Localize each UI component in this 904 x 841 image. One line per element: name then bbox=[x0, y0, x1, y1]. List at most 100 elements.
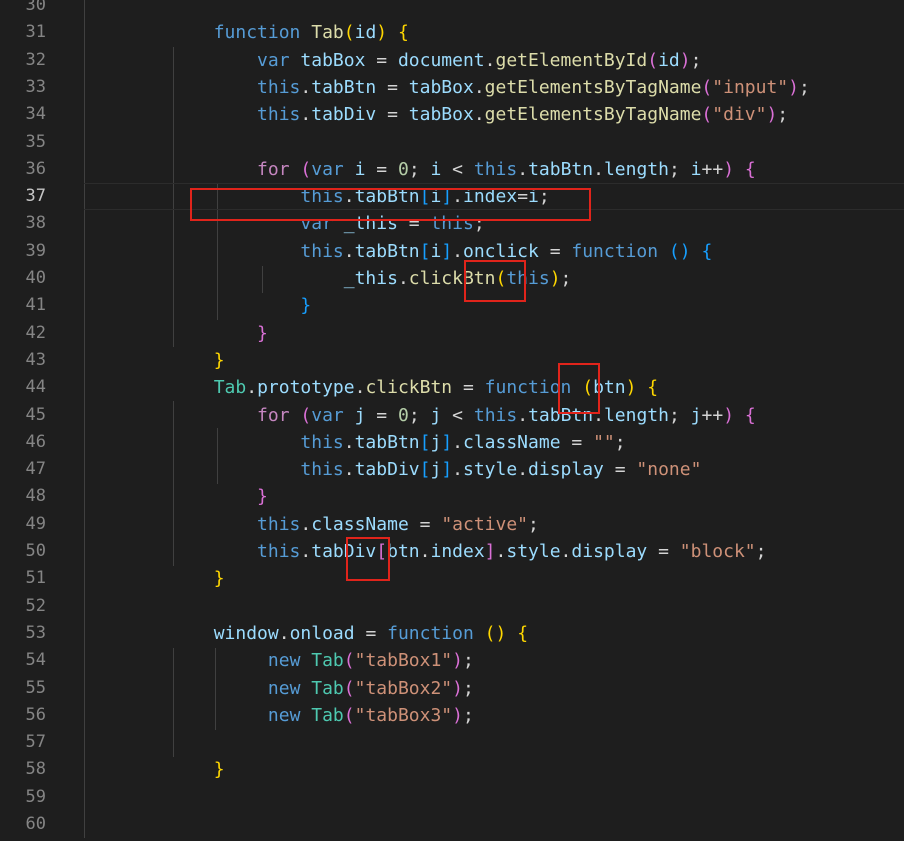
line-code[interactable]: } bbox=[127, 347, 225, 374]
line-code[interactable]: } bbox=[127, 320, 268, 347]
code-line[interactable]: 30 bbox=[0, 0, 904, 19]
line-code[interactable]: var tabBox = document.getElementById(id)… bbox=[127, 47, 701, 74]
code-line[interactable]: 45 for (var j = 0; j < this.tabBtn.lengt… bbox=[0, 402, 904, 429]
line-number: 54 bbox=[25, 650, 46, 671]
code-line[interactable]: 56 new Tab("tabBox3"); bbox=[0, 702, 904, 729]
code-line[interactable]: 44 Tab.prototype.clickBtn = function (bt… bbox=[0, 374, 904, 401]
code-token: tabBox bbox=[300, 49, 366, 71]
code-editor[interactable]: 30 31 function Tab(id) {32 var tabBox = d… bbox=[0, 0, 904, 841]
code-line[interactable]: 55 new Tab("tabBox2"); bbox=[0, 675, 904, 702]
annotation-box bbox=[464, 260, 526, 302]
line-code[interactable]: } bbox=[127, 292, 311, 319]
code-token: = bbox=[538, 240, 572, 262]
line-code[interactable]: this.tabBtn[i].onclick = function () { bbox=[127, 238, 712, 265]
line-number: 38 bbox=[25, 213, 46, 234]
code-token: i bbox=[430, 240, 442, 262]
code-line[interactable]: 33 this.tabBtn = tabBox.getElementsByTag… bbox=[0, 74, 904, 101]
code-line[interactable]: 40 _this.clickBtn(this); bbox=[0, 265, 904, 292]
line-code[interactable]: new Tab("tabBox1"); bbox=[127, 647, 474, 674]
code-line[interactable]: 52 bbox=[0, 593, 904, 620]
code-token: { bbox=[744, 404, 756, 426]
code-token: function bbox=[571, 240, 659, 262]
code-line[interactable]: 47 this.tabDiv[j].style.display = "none" bbox=[0, 456, 904, 483]
code-token: "block" bbox=[679, 541, 756, 562]
code-token: { bbox=[517, 622, 529, 644]
code-line[interactable]: 48 } bbox=[0, 483, 904, 510]
code-token: getElementsByTagName bbox=[484, 104, 702, 126]
code-token: ) bbox=[376, 22, 388, 44]
code-line[interactable]: 35 bbox=[0, 129, 904, 156]
code-line[interactable]: 31 function Tab(id) { bbox=[0, 19, 904, 46]
code-token: tabDiv bbox=[311, 104, 377, 126]
code-line[interactable]: 49 this.className = "active"; bbox=[0, 511, 904, 538]
code-token: = bbox=[376, 76, 409, 98]
code-token: tabDiv bbox=[354, 459, 420, 481]
code-token: this bbox=[300, 459, 344, 481]
code-token: ; bbox=[463, 677, 474, 699]
code-line[interactable]: 46 this.tabBtn[j].className = ""; bbox=[0, 429, 904, 456]
line-code[interactable]: for (var j = 0; j < this.tabBtn.length; … bbox=[127, 402, 756, 429]
line-code[interactable]: this.className = "active"; bbox=[127, 511, 539, 538]
code-token: i bbox=[354, 158, 366, 180]
code-line[interactable]: 51 } bbox=[0, 565, 904, 592]
line-code[interactable]: this.tabDiv[btn.index].style.display = "… bbox=[127, 538, 766, 565]
code-token: ( bbox=[343, 677, 355, 699]
code-line[interactable]: 39 this.tabBtn[i].onclick = function () … bbox=[0, 238, 904, 265]
code-token: display bbox=[528, 459, 604, 481]
code-token: j bbox=[430, 459, 442, 481]
code-token: ( bbox=[343, 704, 355, 726]
code-line[interactable]: 41 } bbox=[0, 292, 904, 319]
line-code[interactable]: } bbox=[127, 756, 225, 783]
line-number: 47 bbox=[25, 459, 46, 480]
line-code[interactable]: new Tab("tabBox3"); bbox=[127, 702, 474, 729]
line-number: 43 bbox=[25, 349, 46, 370]
line-number: 42 bbox=[25, 322, 46, 343]
line-number: 39 bbox=[25, 240, 46, 261]
code-token: "active" bbox=[441, 513, 529, 535]
code-token: . bbox=[517, 459, 529, 481]
code-token: getElementsByTagName bbox=[484, 76, 702, 98]
code-token: prototype bbox=[257, 377, 355, 399]
line-code[interactable]: window.onload = function () { bbox=[127, 620, 528, 647]
code-token: { bbox=[744, 158, 756, 180]
code-line[interactable]: 53 window.onload = function () { bbox=[0, 620, 904, 647]
code-line[interactable]: 36 for (var i = 0; i < this.tabBtn.lengt… bbox=[0, 156, 904, 183]
code-token: tabBtn bbox=[354, 431, 420, 453]
code-token: new bbox=[267, 677, 301, 699]
code-token: ) bbox=[625, 377, 637, 399]
code-line[interactable]: 43 } bbox=[0, 347, 904, 374]
code-line[interactable]: 32 var tabBox = document.getElementById(… bbox=[0, 47, 904, 74]
code-line[interactable]: 42 } bbox=[0, 320, 904, 347]
line-code[interactable]: new Tab("tabBox2"); bbox=[127, 675, 474, 702]
code-token: this bbox=[473, 158, 518, 180]
line-code[interactable]: } bbox=[127, 565, 225, 592]
code-token: ; bbox=[668, 158, 691, 180]
code-line[interactable]: 34 this.tabDiv = tabBox.getElementsByTag… bbox=[0, 101, 904, 128]
code-token: Tab bbox=[213, 377, 247, 399]
line-code[interactable]: this.tabBtn = tabBox.getElementsByTagNam… bbox=[127, 74, 810, 101]
line-code[interactable]: this.tabBtn[j].className = ""; bbox=[127, 429, 625, 456]
line-code[interactable]: } bbox=[127, 483, 268, 510]
code-line[interactable]: 54 new Tab("tabBox1"); bbox=[0, 647, 904, 674]
code-token: clickBtn bbox=[365, 377, 453, 399]
line-code[interactable]: function Tab(id) { bbox=[127, 19, 409, 46]
code-line[interactable]: 59 bbox=[0, 784, 904, 811]
line-number: 32 bbox=[25, 49, 46, 70]
code-token: tabBtn bbox=[354, 240, 420, 262]
code-token: . bbox=[473, 76, 485, 98]
line-code[interactable]: for (var i = 0; i < this.tabBtn.length; … bbox=[127, 156, 756, 183]
code-line[interactable]: 58 } bbox=[0, 756, 904, 783]
code-line[interactable]: 60 bbox=[0, 811, 904, 838]
code-line[interactable]: 50 this.tabDiv[btn.index].style.display … bbox=[0, 538, 904, 565]
code-line[interactable]: 57 bbox=[0, 729, 904, 756]
code-token: . bbox=[473, 104, 485, 126]
line-code[interactable]: this.tabDiv[j].style.display = "none" bbox=[127, 456, 701, 483]
line-code[interactable]: this.tabDiv = tabBox.getElementsByTagNam… bbox=[127, 101, 788, 128]
